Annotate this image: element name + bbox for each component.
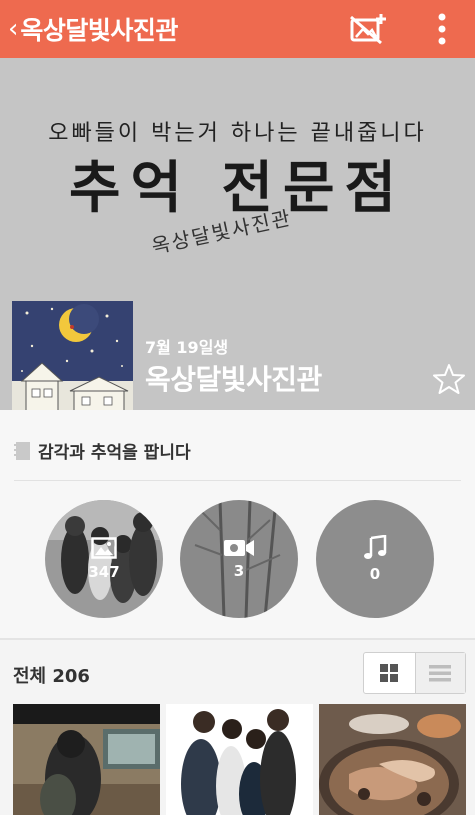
list-view-button[interactable]	[414, 653, 465, 693]
profile-image[interactable]	[12, 301, 133, 422]
app-header: ‹ 옥상달빛사진관	[0, 0, 475, 58]
grid-view-button[interactable]	[364, 653, 415, 693]
list-view-icon	[429, 665, 452, 682]
app-screen: ‹ 옥상달빛사진관 오빠들이 박는거 하나는 끝내줍니다 추억 전문점 옥상달빛…	[0, 0, 475, 815]
photos-count: 347	[88, 563, 120, 581]
music-overlay: 0	[316, 500, 434, 618]
photos-overlay: 347	[45, 500, 163, 618]
chevron-left-icon: ‹	[8, 14, 19, 44]
no-photo-add-icon	[350, 14, 386, 45]
more-options-button[interactable]	[422, 9, 462, 49]
cover-image[interactable]: 오빠들이 박는거 하나는 끝내줍니다 추억 전문점 옥상달빛사진관 7월 19일…	[0, 58, 475, 422]
total-count-label: 전체 206	[13, 666, 90, 687]
image-icon	[91, 537, 117, 559]
description-text: 감각과 추억을 팝니다	[38, 443, 191, 463]
section-divider	[0, 638, 475, 640]
gallery-thumbnail[interactable]	[319, 704, 466, 815]
back-button[interactable]: ‹ 옥상달빛사진관	[8, 11, 178, 47]
grid-view-icon	[380, 664, 399, 682]
add-photo-disabled-button[interactable]	[348, 9, 388, 49]
profile-name: 옥상달빛사진관	[145, 363, 322, 396]
music-button[interactable]: 0	[316, 500, 434, 618]
music-note-icon	[364, 535, 387, 559]
videos-count: 3	[233, 562, 245, 580]
profile-description: 감각과 추억을 팝니다	[14, 438, 191, 463]
more-vert-icon	[438, 13, 446, 45]
star-outline-icon	[433, 364, 465, 394]
music-count: 0	[369, 565, 381, 583]
moon-house-illustration	[12, 301, 133, 422]
birthday-label: 7월 19일생	[145, 338, 229, 357]
view-mode-toggle	[363, 652, 466, 694]
favorite-button[interactable]	[432, 362, 466, 396]
gallery-thumbnail[interactable]	[166, 704, 313, 815]
divider	[14, 480, 461, 481]
video-camera-icon	[224, 540, 254, 556]
header-title: 옥상달빛사진관	[20, 16, 178, 45]
photo-hug-classroom	[13, 704, 160, 815]
note-icon	[14, 441, 30, 460]
photo-food-grill	[319, 704, 466, 815]
gallery-thumbnail[interactable]	[13, 704, 160, 815]
photos-button[interactable]: 347	[45, 500, 163, 618]
photo-family-portrait	[166, 704, 313, 815]
videos-overlay: 3	[180, 500, 298, 618]
profile-info-section: 감각과 추억을 팝니다 347 3 0	[0, 410, 475, 638]
cover-calligraphy: 오빠들이 박는거 하나는 끝내줍니다 추억 전문점 옥상달빛사진관	[0, 58, 475, 268]
videos-button[interactable]: 3	[180, 500, 298, 618]
